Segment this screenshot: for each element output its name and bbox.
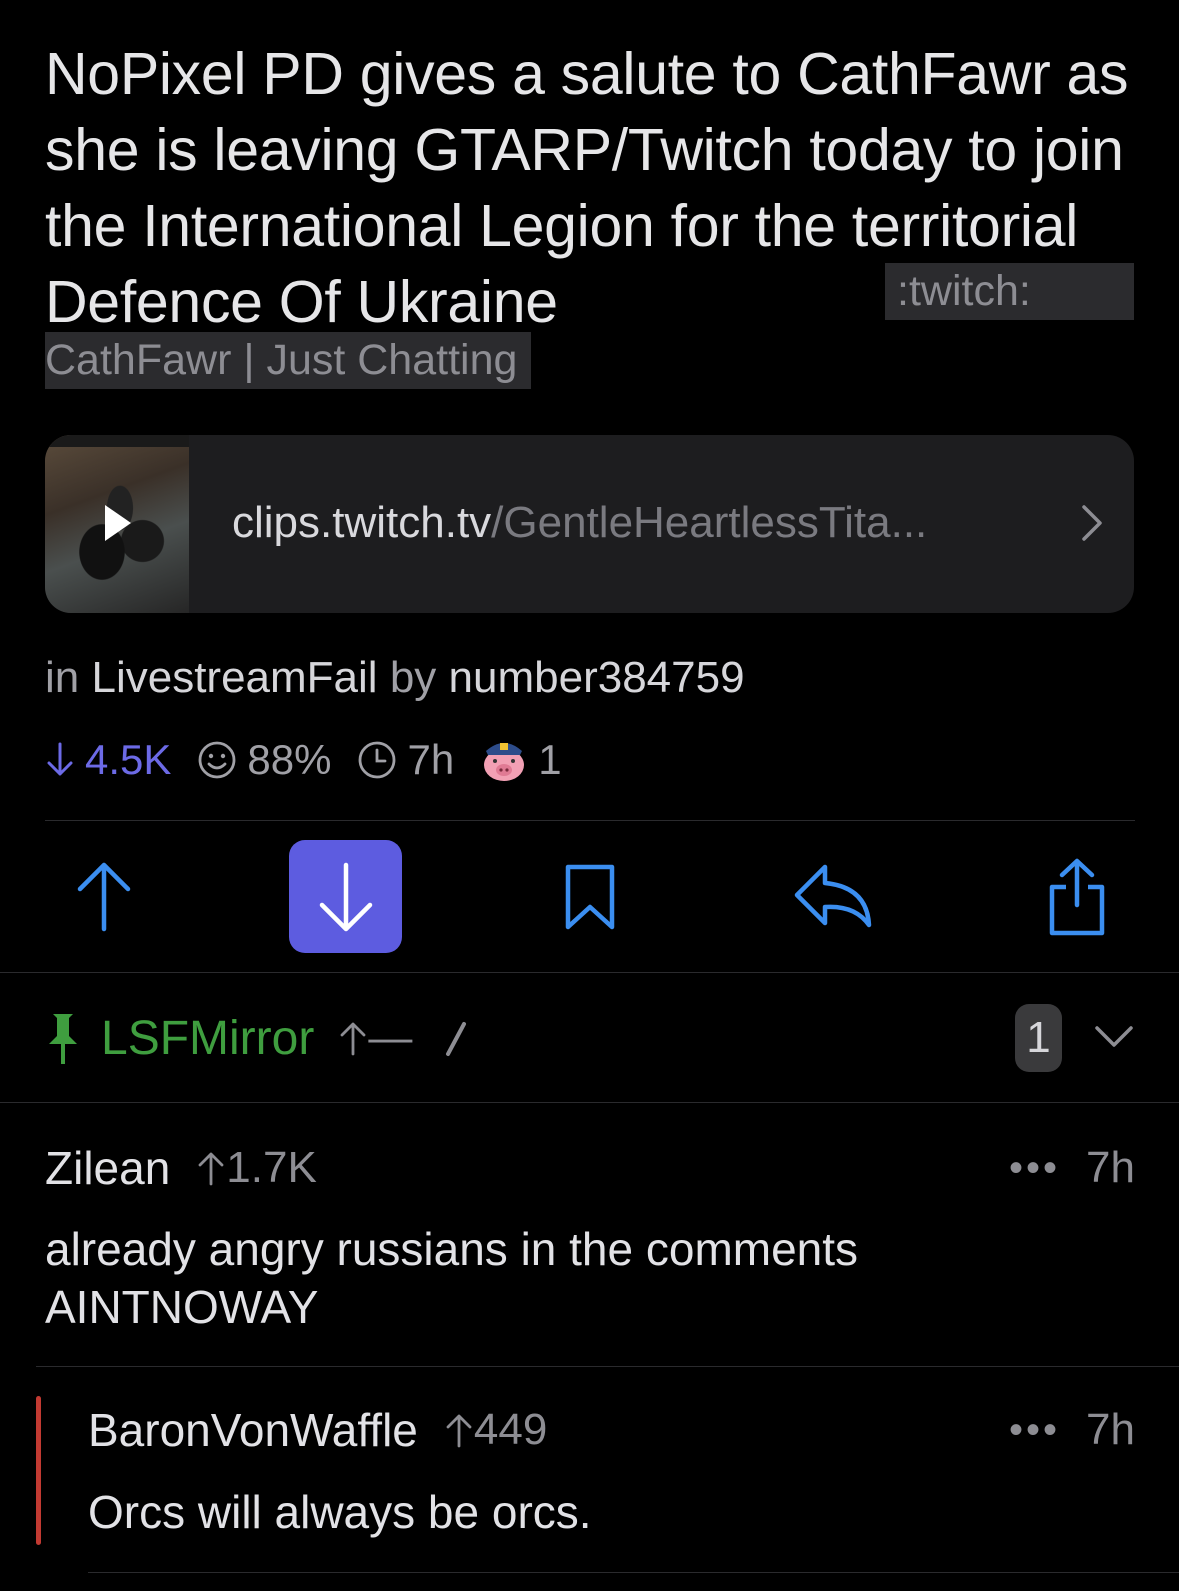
post-flair-continued: CathFawr | Just Chatting [45,332,532,389]
comment-age: 7h [1086,1143,1135,1192]
pin-icon [49,1014,77,1064]
arrow-up-small-icon [198,1152,224,1186]
pinned-author[interactable]: LSFMirror [101,1011,314,1066]
police-pig-icon [484,743,525,781]
chevron-right-icon [1082,505,1102,541]
arrow-up-small-icon [340,1022,366,1056]
divider [45,820,1135,821]
comment-age: 7h [1086,1405,1135,1454]
reply-count-badge: 1 [1015,1004,1062,1072]
pinned-comment-header[interactable]: LSFMirror — [45,1000,1135,1076]
play-icon [105,505,131,541]
bookmark-icon [565,864,614,929]
share-button[interactable] [1020,840,1133,953]
share-icon [1049,858,1104,935]
post-meta: in LivestreamFail by number384759 [45,653,745,702]
more-options-icon[interactable]: ••• [1009,1146,1060,1191]
divider [0,972,1179,973]
link-url: clips.twitch.tv/GentleHeartlessTita... [232,498,928,547]
comment-body: Orcs will always be orcs. [88,1486,592,1538]
clip-thumbnail [45,435,189,613]
smiley-icon [199,741,236,779]
downvote-button[interactable] [289,840,402,953]
author-link[interactable]: number384759 [449,653,745,702]
chevron-down-icon[interactable] [1093,1022,1135,1052]
pencil-icon [446,1022,467,1056]
comment-header: Zilean 1.7K ••• 7h [45,1136,1135,1200]
divider [36,1366,1179,1367]
score-stat: 4.5K [45,736,171,784]
divider [0,1102,1179,1103]
divider [88,1572,1179,1573]
reply-icon [794,864,871,927]
arrow-up-small-icon [446,1414,472,1448]
reply-button[interactable] [776,840,889,953]
clock-icon [359,741,396,779]
comment-body: already angry russians in the comments A… [45,1223,859,1333]
save-button[interactable] [533,840,646,953]
comment-header: BaronVonWaffle 449 ••• 7h [88,1398,1135,1462]
more-options-icon[interactable]: ••• [1009,1408,1060,1453]
arrow-down-small-icon [47,742,73,776]
upvote-button[interactable] [47,840,160,953]
ratio-stat: 88% [197,736,331,784]
age-stat: 7h [357,736,454,784]
pinned-score: — [338,1013,412,1063]
arrow-down-icon [319,862,372,931]
comment-score: 1.7K [196,1143,317,1193]
comment-author[interactable]: BaronVonWaffle [88,1403,418,1457]
subreddit-link[interactable]: LivestreamFail [91,653,377,702]
award-stat: 1 [480,736,562,784]
comment-author[interactable]: Zilean [45,1141,170,1195]
arrow-up-icon [77,862,130,931]
post-flair: :twitch: [885,263,1134,320]
link-preview-card[interactable]: clips.twitch.tv/GentleHeartlessTita... [45,435,1134,613]
post-stats: 4.5K 88% 7h 1 [45,730,588,790]
comment-score: 449 [444,1405,547,1455]
depth-indicator [36,1396,41,1545]
